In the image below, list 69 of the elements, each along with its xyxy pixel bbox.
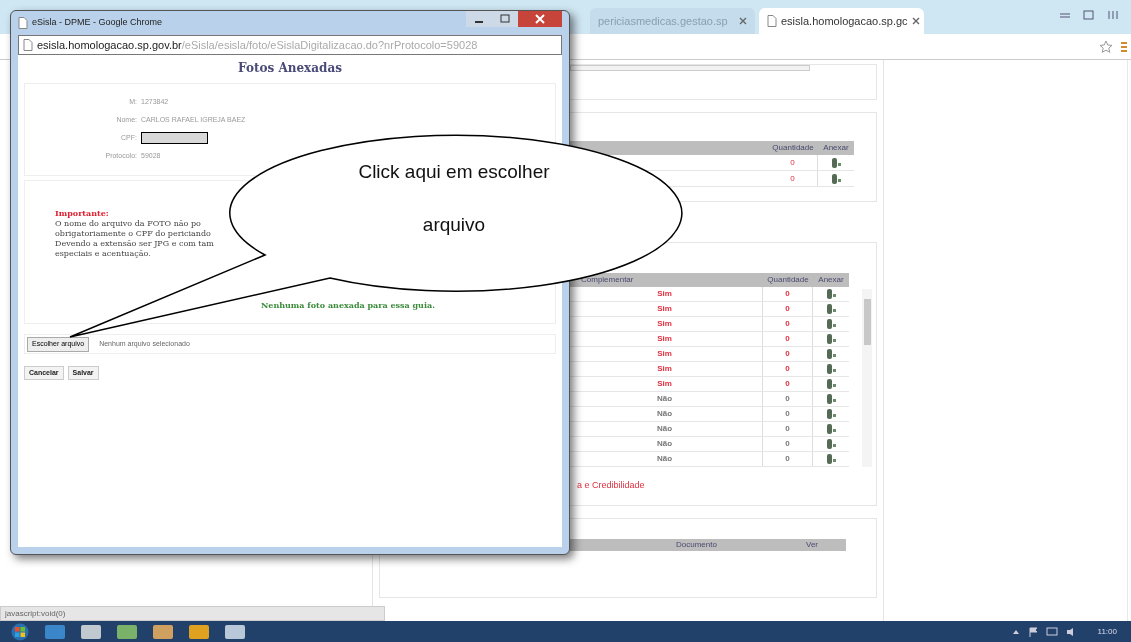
app-icon[interactable]	[188, 623, 210, 640]
attach-icon[interactable]	[825, 363, 837, 375]
speaker-icon[interactable]	[1065, 626, 1076, 637]
table-cell: 0	[763, 302, 813, 316]
column-header: Anexar	[822, 142, 850, 154]
app-icon[interactable]	[224, 623, 246, 640]
table-cell: 0	[763, 377, 813, 391]
app-icon[interactable]	[44, 623, 66, 640]
flag-icon[interactable]	[1027, 626, 1038, 637]
app-icon[interactable]	[116, 623, 138, 640]
table-cell: 0	[790, 173, 795, 184]
table-cell: 0	[763, 392, 813, 406]
menu-icon[interactable]	[1121, 40, 1127, 53]
table-cell: 0	[763, 362, 813, 376]
callout-text: Click aqui em escolher	[358, 160, 550, 184]
page-icon	[23, 39, 33, 51]
column-header: Ver	[806, 538, 818, 551]
link[interactable]: a e Credibilidade	[577, 479, 645, 493]
start-button-icon[interactable]	[10, 622, 30, 641]
attach-icon[interactable]	[825, 288, 837, 300]
callout-text: arquivo	[422, 213, 486, 237]
column-header: Quantidade	[771, 142, 815, 154]
attach-icon[interactable]	[825, 348, 837, 360]
column-header: Anexar	[817, 274, 845, 286]
column-header: Quantidade	[766, 274, 810, 286]
column-header: Complementar	[580, 274, 635, 286]
app-icon[interactable]	[80, 623, 102, 640]
table-cell: 0	[763, 407, 813, 421]
table-cell: 0	[763, 452, 813, 466]
attach-icon[interactable]	[830, 172, 842, 185]
star-icon[interactable]	[1099, 39, 1113, 54]
scrollbar[interactable]	[862, 289, 872, 467]
attach-icon[interactable]	[825, 423, 837, 435]
table-cell: 0	[763, 347, 813, 361]
empty-message: Nenhuma foto anexada para essa guia.	[261, 299, 435, 311]
status-bar: javascript:void(0)	[0, 606, 385, 621]
notice-title: Importante:	[55, 207, 109, 219]
table-cell: 0	[763, 437, 813, 451]
window-title: eSisla - DPME - Google Chrome	[32, 16, 163, 30]
table-cell: 0	[763, 317, 813, 331]
restore-icon[interactable]	[1083, 10, 1095, 20]
attach-icon[interactable]	[825, 333, 837, 345]
attach-icon[interactable]	[825, 453, 837, 465]
network-icon[interactable]	[1045, 626, 1058, 637]
clock: 11:00	[1097, 625, 1117, 638]
input-field[interactable]	[570, 65, 810, 71]
attach-icon[interactable]	[825, 438, 837, 450]
attach-icon[interactable]	[825, 408, 837, 420]
redaction-box	[141, 132, 208, 145]
url-text: esisla.homologacao.sp.gov.br/eSisla/esisla/foto/eSislaDigitalizacao.do?nrProtocolo=59028	[37, 37, 478, 53]
attach-icon[interactable]	[830, 156, 842, 169]
table-cell: 0	[790, 157, 795, 168]
table-cell: 0	[763, 332, 813, 346]
attach-icon[interactable]	[825, 393, 837, 405]
address-bar[interactable]: esisla.homologacao.sp.gov.br/eSisla/esisla/foto/eSislaDigitalizacao.do?nrProtocolo=59028	[18, 35, 562, 55]
page-icon	[18, 17, 28, 29]
table-cell: 0	[763, 422, 813, 436]
minimize-icon[interactable]	[466, 11, 492, 27]
page-heading: Fotos Anexadas	[238, 60, 342, 77]
attach-icon[interactable]	[825, 318, 837, 330]
scroll-thumb[interactable]	[863, 299, 871, 345]
browser-tab[interactable]: esisla.homologacao.sp.gc	[759, 8, 924, 34]
table-cell: 0	[763, 287, 813, 301]
attach-icon[interactable]	[825, 378, 837, 390]
app-icon[interactable]	[152, 623, 174, 640]
attach-icon[interactable]	[825, 303, 837, 315]
column-header: Documento	[676, 538, 717, 551]
notice-text: O nome do arquivo da FOTO não po obrigatoriamente o CPF do periciando Devendo a extensão ser JPG e com tam especiais e acentuação.	[55, 219, 214, 259]
page-icon	[767, 15, 777, 27]
